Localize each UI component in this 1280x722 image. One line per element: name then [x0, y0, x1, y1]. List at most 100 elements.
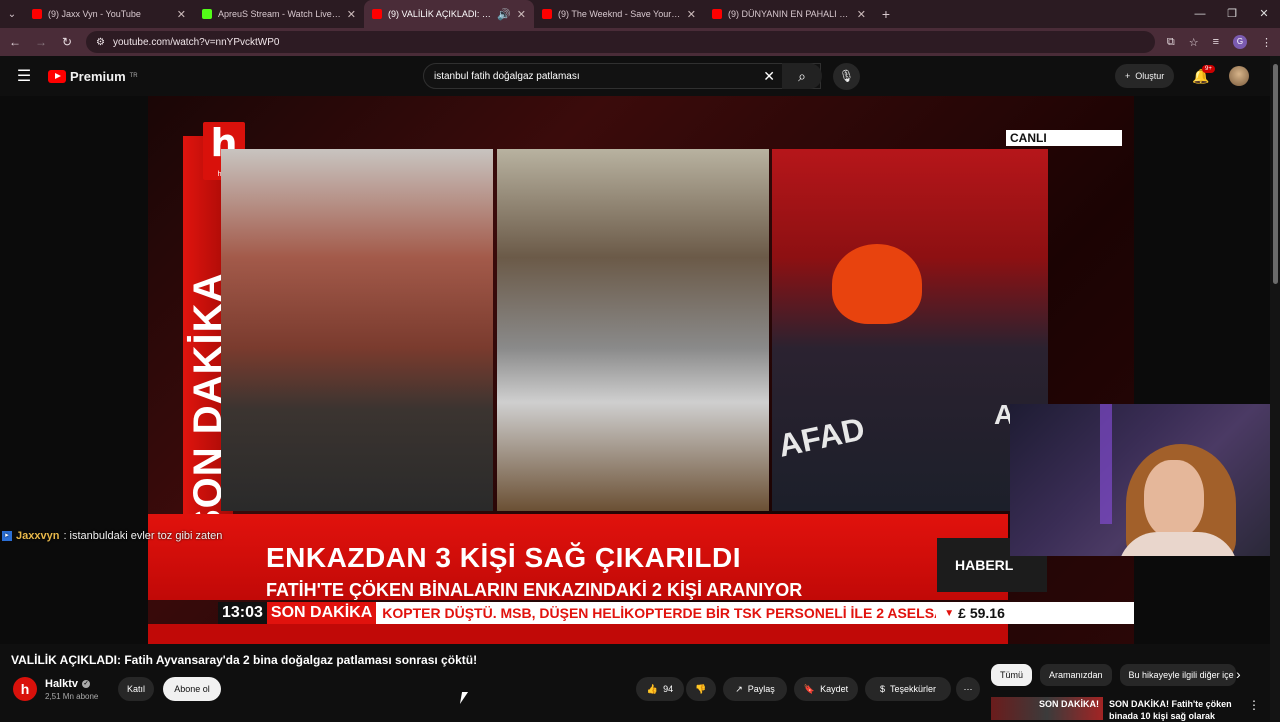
browser-tab[interactable]: (9) Jaxx Vyn - YouTube ✕: [24, 0, 194, 28]
video-player[interactable]: SON DAKİKA h halk CANLI AFAD AFA ENKAZDA…: [0, 96, 1270, 644]
share-icon: ↗: [735, 683, 743, 694]
close-tab-icon[interactable]: ✕: [517, 8, 526, 21]
chip-from-search[interactable]: Aramanızdan: [1040, 664, 1112, 686]
close-tab-icon[interactable]: ✕: [177, 8, 186, 21]
minimize-icon[interactable]: —: [1184, 0, 1216, 28]
youtube-favicon-icon: [542, 9, 552, 19]
search-input[interactable]: istanbul fatih doğalgaz patlaması ✕: [423, 63, 821, 89]
save-button[interactable]: 🔖 Kaydet: [794, 677, 858, 701]
page-scrollbar[interactable]: [1270, 56, 1280, 720]
close-tab-icon[interactable]: ✕: [687, 8, 696, 21]
speaker-icon[interactable]: 🔊: [497, 8, 511, 21]
bookmark-icon: 🔖: [803, 683, 816, 694]
more-actions-button[interactable]: ⋯: [956, 677, 980, 701]
site-info-icon[interactable]: ⚙: [96, 37, 105, 48]
youtube-play-icon: [48, 69, 66, 83]
chip-all[interactable]: Tümü: [991, 664, 1033, 686]
voice-search-button[interactable]: 🎙: [833, 63, 860, 90]
super-thanks-icon: $: [879, 684, 885, 694]
chip-related-story[interactable]: Bu hikayeyle ilgili diğer içe: [1119, 664, 1236, 686]
toolbar-actions: ⧉ ☆ ≡ G ⋮: [1167, 35, 1272, 49]
youtube-favicon-icon: [372, 9, 382, 19]
forward-icon[interactable]: →: [34, 35, 48, 49]
video-title: VALİLİK AÇIKLADI: Fatih Ayvansaray'da 2 …: [11, 653, 478, 667]
footage-panel-police: [221, 149, 493, 511]
close-tab-icon[interactable]: ✕: [857, 8, 866, 21]
youtube-premium-logo[interactable]: Premium TR: [48, 69, 138, 84]
install-app-icon[interactable]: ⧉: [1167, 36, 1175, 49]
thumbs-down-icon: 👎: [695, 683, 707, 694]
close-tab-icon[interactable]: ✕: [347, 8, 356, 21]
stream-chat-message: ▸ Jaxxvyn : istanbuldaki evler toz gibi …: [2, 530, 222, 542]
youtube-favicon-icon: [712, 9, 722, 19]
channel-avatar[interactable]: h: [13, 677, 37, 701]
browser-tab-active[interactable]: (9) VALİLİK AÇIKLADI: Fatih 🔊 ✕: [364, 0, 534, 28]
microphone-icon: 🎙: [838, 69, 855, 83]
thanks-button[interactable]: $ Teşekkürler: [865, 677, 951, 701]
rescue-helmet: [832, 244, 922, 324]
verified-icon: ✓: [82, 680, 91, 688]
video-frame[interactable]: SON DAKİKA h halk CANLI AFAD AFA ENKAZDA…: [148, 96, 1134, 644]
more-vert-icon[interactable]: ⋮: [1248, 698, 1260, 712]
youtube-header: ☰ Premium TR istanbul fatih doğalgaz pat…: [0, 56, 1280, 96]
chat-text: : istanbuldaki evler toz gibi zaten: [63, 530, 223, 542]
thumbs-up-icon: 👍: [646, 683, 659, 694]
browser-tab[interactable]: (9) The Weeknd - Save Your Tea ✕: [534, 0, 704, 28]
like-button[interactable]: 👍 94: [636, 677, 684, 701]
dislike-button[interactable]: 👎: [686, 677, 716, 701]
footage-panel-rubble: [497, 149, 769, 511]
ticker-fx: ▼ £ 59.16: [944, 605, 1005, 621]
media-controls-icon[interactable]: ≡: [1213, 36, 1219, 48]
lower-third-bottom: [148, 624, 1008, 644]
search-button[interactable]: ⌕: [782, 63, 822, 89]
close-window-icon[interactable]: ✕: [1248, 0, 1280, 28]
channel-name[interactable]: Halktv ✓: [45, 678, 91, 690]
more-icon: ⋯: [963, 683, 973, 694]
news-ticker: 13:03 SON DAKİKA KOPTER DÜŞTÜ. MSB, DÜŞE…: [218, 602, 1134, 624]
share-button[interactable]: ↗ Paylaş: [723, 677, 787, 701]
create-button[interactable]: + Oluştur: [1115, 64, 1175, 88]
search-icon: ⌕: [798, 68, 806, 84]
clear-search-icon[interactable]: ✕: [763, 68, 775, 85]
reload-icon[interactable]: ↻: [60, 35, 74, 49]
browser-tab[interactable]: (9) DÜNYANIN EN PAHALI FELA ✕: [704, 0, 874, 28]
back-icon[interactable]: ←: [8, 35, 22, 49]
live-label: CANLI: [1006, 130, 1122, 146]
menu-icon[interactable]: ☰: [0, 66, 48, 86]
address-bar-row: ← → ↻ ⚙ youtube.com/watch?v=nnYPvcktWP0 …: [0, 28, 1280, 56]
webcam-light: [1100, 404, 1112, 524]
browser-tab-strip: ⌄ (9) Jaxx Vyn - YouTube ✕ ApreuS Stream…: [0, 0, 1280, 28]
ticker-label: SON DAKİKA: [266, 602, 377, 624]
youtube-favicon-icon: [32, 9, 42, 19]
join-button[interactable]: Katıl: [118, 677, 154, 701]
browser-tab[interactable]: ApreuS Stream - Watch Live on ✕: [194, 0, 364, 28]
scrollbar-thumb[interactable]: [1273, 64, 1278, 284]
url-input[interactable]: ⚙ youtube.com/watch?v=nnYPvcktWP0: [86, 31, 1155, 53]
footage-panel-rescue: AFAD AFA: [772, 149, 1050, 511]
restore-icon[interactable]: ❐: [1216, 0, 1248, 28]
new-tab-icon[interactable]: +: [874, 6, 898, 22]
down-arrow-icon: ▼: [944, 607, 955, 619]
bookmark-star-icon[interactable]: ☆: [1189, 36, 1199, 49]
mouse-cursor-icon: [459, 692, 469, 704]
filter-chips: Tümü Aramanızdan Bu hikayeyle ilgili diğ…: [991, 664, 1236, 686]
account-avatar[interactable]: [1229, 66, 1249, 86]
browser-menu-icon[interactable]: ⋮: [1261, 36, 1272, 49]
streamer-webcam: [1010, 404, 1270, 556]
window-controls: — ❐ ✕: [1184, 0, 1280, 28]
recommended-title[interactable]: SON DAKİKA! Fatih'te çöken binada 10 kiş…: [1109, 698, 1239, 722]
recommended-thumbnail[interactable]: SON DAKİKA!: [991, 697, 1103, 720]
kick-favicon-icon: [202, 9, 212, 19]
subscribe-button[interactable]: Abone ol: [163, 677, 221, 701]
chat-platform-icon: ▸: [2, 531, 12, 541]
profile-avatar[interactable]: G: [1233, 35, 1247, 49]
news-headline: ENKAZDAN 3 KİŞİ SAĞ ÇIKARILDI: [266, 542, 741, 573]
chevron-right-icon[interactable]: ›: [1236, 666, 1241, 682]
webcam-face: [1144, 460, 1204, 538]
news-subheadline: FATİH'TE ÇÖKEN BİNALARIN ENKAZINDAKİ 2 K…: [266, 580, 803, 600]
subscriber-count: 2,51 Mn abone: [45, 692, 99, 701]
notification-badge: 9+: [1202, 65, 1215, 73]
ticker-time: 13:03: [218, 602, 267, 624]
plus-icon: +: [1125, 71, 1131, 81]
tab-search-icon[interactable]: ⌄: [0, 9, 24, 20]
